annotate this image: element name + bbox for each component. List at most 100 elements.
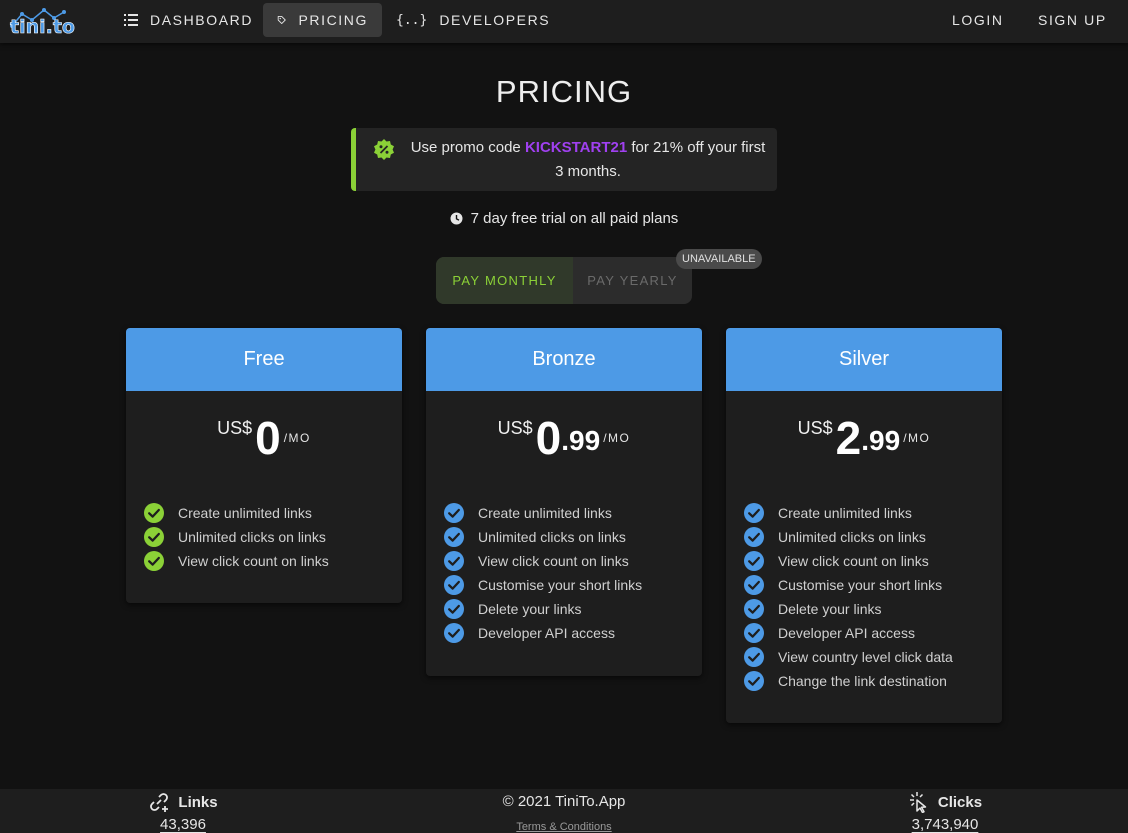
feature-text: Create unlimited links xyxy=(778,505,912,521)
logo-text: tini.to xyxy=(10,16,75,36)
clock-icon xyxy=(450,212,463,225)
unavailable-badge: UNAVAILABLE xyxy=(676,249,762,269)
top-navbar: tini.to Dashboard Pricing {..} Developer… xyxy=(0,0,1128,43)
check-circle-icon xyxy=(744,647,764,667)
feature-item: Unlimited clicks on links xyxy=(144,525,402,549)
feature-text: Delete your links xyxy=(478,601,582,617)
footer: Links 43,396 © 2021 TiniTo.App Terms & C… xyxy=(0,789,1128,833)
feature-item: Delete your links xyxy=(444,597,702,621)
page-title: PRICING xyxy=(495,74,633,109)
check-circle-icon xyxy=(144,503,164,523)
feature-item: Customise your short links xyxy=(744,573,1002,597)
nav-dashboard-label: Dashboard xyxy=(150,12,254,28)
price-amount: 2 xyxy=(835,412,862,464)
nav-developers[interactable]: {..} Developers xyxy=(382,3,564,37)
signup-button[interactable]: Sign Up xyxy=(1038,3,1107,37)
check-circle-icon xyxy=(444,575,464,595)
feature-text: View country level click data xyxy=(778,649,953,665)
pay-yearly-label: Pay Yearly xyxy=(587,273,678,288)
nav-pricing[interactable]: Pricing xyxy=(263,3,382,37)
promo-prefix: Use promo code xyxy=(410,139,525,156)
plan-price: US$ 0 /MO xyxy=(126,391,402,501)
feature-text: Customise your short links xyxy=(478,577,643,593)
check-circle-icon xyxy=(744,551,764,571)
pay-yearly-button[interactable]: Pay Yearly xyxy=(573,257,692,304)
check-circle-icon xyxy=(744,527,764,547)
trial-text: 7 day free trial on all paid plans xyxy=(470,210,679,227)
check-circle-icon xyxy=(744,599,764,619)
billing-toggle: Pay Monthly Pay Yearly xyxy=(436,257,692,304)
feature-list: Create unlimited links Unlimited clicks o… xyxy=(126,501,402,573)
check-circle-icon xyxy=(744,575,764,595)
plan-card-silver: Silver US$ 2 .99 /MO Create unlimited li… xyxy=(726,328,1002,723)
feature-item: Developer API access xyxy=(744,621,1002,645)
price-cents: .99 xyxy=(861,425,901,456)
check-circle-icon xyxy=(744,623,764,643)
promo-banner: Use promo code KICKSTART21 for 21% off y… xyxy=(351,128,777,191)
plan-name: Free xyxy=(126,328,402,391)
feature-text: Unlimited clicks on links xyxy=(778,529,926,545)
feature-text: Create unlimited links xyxy=(178,505,312,521)
check-circle-icon xyxy=(444,527,464,547)
feature-item: Change the link destination xyxy=(744,669,1002,693)
price-currency: US$ xyxy=(217,418,253,438)
feature-item: Unlimited clicks on links xyxy=(444,525,702,549)
feature-list: Create unlimited links Unlimited clicks o… xyxy=(426,501,702,645)
feature-text: Developer API access xyxy=(778,625,915,641)
feature-item: Developer API access xyxy=(444,621,702,645)
plan-price: US$ 2 .99 /MO xyxy=(726,391,1002,501)
clicks-count: 3,743,940 xyxy=(911,816,979,833)
price-amount: 0 xyxy=(535,412,562,464)
check-circle-icon xyxy=(444,503,464,523)
price-currency: US$ xyxy=(797,418,833,438)
feature-text: Change the link destination xyxy=(778,673,947,689)
nav-dashboard[interactable]: Dashboard xyxy=(110,3,267,37)
login-label: Login xyxy=(952,12,1004,28)
plan-card-bronze: Bronze US$ 0 .99 /MO Create unlimited li… xyxy=(426,328,702,676)
price-period: /MO xyxy=(603,431,631,445)
price-period: /MO xyxy=(903,431,931,445)
feature-text: Unlimited clicks on links xyxy=(178,529,326,545)
promo-text: Use promo code KICKSTART21 for 21% off y… xyxy=(408,136,768,184)
check-circle-icon xyxy=(444,623,464,643)
feature-text: View click count on links xyxy=(778,553,929,569)
feature-item: Create unlimited links xyxy=(744,501,1002,525)
logo-chart-icon: tini.to xyxy=(10,8,75,38)
feature-item: View country level click data xyxy=(744,645,1002,669)
feature-text: Create unlimited links xyxy=(478,505,612,521)
promo-code: KICKSTART21 xyxy=(524,139,628,156)
price-amount: 0 xyxy=(255,412,281,464)
feature-text: Developer API access xyxy=(478,625,615,641)
check-circle-icon xyxy=(444,551,464,571)
clicks-label: Clicks xyxy=(937,793,983,811)
feature-item: Unlimited clicks on links xyxy=(744,525,1002,549)
code-braces-icon: {..} xyxy=(396,12,428,28)
feature-text: View click count on links xyxy=(178,553,329,569)
feature-item: View click count on links xyxy=(744,549,1002,573)
pay-monthly-button[interactable]: Pay Monthly xyxy=(436,257,573,304)
price-cents: .99 xyxy=(561,425,601,456)
feature-text: View click count on links xyxy=(478,553,629,569)
price-period: /MO xyxy=(283,431,311,445)
check-circle-icon xyxy=(144,551,164,571)
price-currency: US$ xyxy=(497,418,533,438)
logo[interactable]: tini.to xyxy=(8,6,76,38)
check-circle-icon xyxy=(744,671,764,691)
feature-text: Delete your links xyxy=(778,601,882,617)
feature-text: Customise your short links xyxy=(778,577,943,593)
feature-item: Create unlimited links xyxy=(144,501,402,525)
feature-item: View click count on links xyxy=(444,549,702,573)
nav-pricing-label: Pricing xyxy=(298,12,368,28)
feature-item: Create unlimited links xyxy=(444,501,702,525)
discount-badge-icon xyxy=(374,139,394,160)
trial-note: 7 day free trial on all paid plans xyxy=(0,210,1128,227)
feature-list: Create unlimited links Unlimited clicks o… xyxy=(726,501,1002,693)
check-circle-icon xyxy=(444,599,464,619)
login-button[interactable]: Login xyxy=(952,3,1004,37)
feature-text: Unlimited clicks on links xyxy=(478,529,626,545)
check-circle-icon xyxy=(144,527,164,547)
check-circle-icon xyxy=(744,503,764,523)
pay-monthly-label: Pay Monthly xyxy=(452,273,557,288)
plan-name: Silver xyxy=(726,328,1002,391)
signup-label: Sign Up xyxy=(1038,12,1107,28)
